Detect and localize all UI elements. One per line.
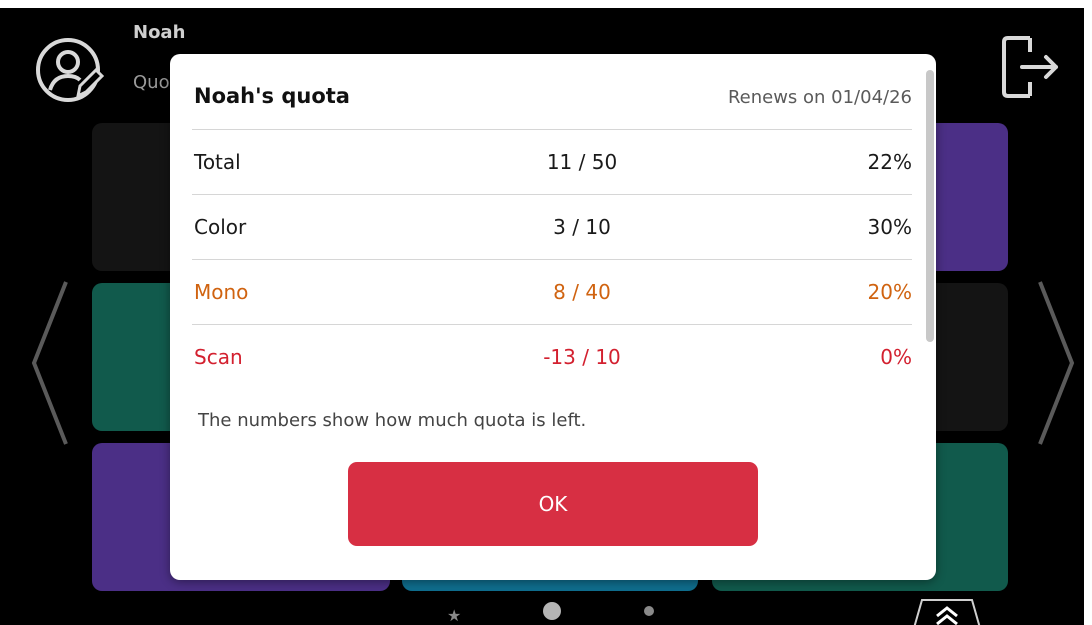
quota-value: 8 / 40: [553, 280, 611, 304]
quota-row-mono: Mono 8 / 40 20%: [192, 259, 912, 324]
quota-value: 3 / 10: [553, 215, 611, 239]
page-dot[interactable]: [644, 606, 654, 616]
quota-label: Color: [194, 215, 247, 239]
chevron-up-double-icon[interactable]: [912, 598, 982, 625]
quota-row-color: Color 3 / 10 30%: [192, 194, 912, 259]
dialog-scrollbar[interactable]: [924, 54, 936, 580]
quota-label: Mono: [194, 280, 249, 304]
quota-label: Scan: [194, 345, 243, 369]
quota-percent: 20%: [867, 280, 912, 304]
chevron-left-icon[interactable]: [26, 278, 72, 448]
scrollbar-thumb[interactable]: [926, 70, 934, 342]
chevron-right-icon[interactable]: [1034, 278, 1080, 448]
quota-label: Total: [194, 150, 241, 174]
user-name: Noah: [133, 22, 186, 43]
quota-value: 11 / 50: [546, 150, 618, 174]
home-screen: Noah Quo ★ Noah's quota Renews on 01/04/…: [0, 8, 1084, 625]
page-dot-active[interactable]: [543, 602, 561, 620]
quota-row-total: Total 11 / 50 22%: [192, 129, 912, 194]
quota-value: -13 / 10: [543, 345, 621, 369]
quota-row-scan: Scan -13 / 10 0%: [192, 324, 912, 389]
quota-note: The numbers show how much quota is left.: [198, 410, 587, 431]
quota-percent: 22%: [867, 150, 912, 174]
star-icon[interactable]: ★: [447, 606, 461, 625]
user-edit-icon[interactable]: [34, 34, 106, 106]
quota-percent: 30%: [867, 215, 912, 239]
user-subtitle: Quo: [133, 72, 170, 93]
ok-button[interactable]: OK: [348, 462, 758, 546]
quota-percent: 0%: [880, 345, 912, 369]
dialog-title: Noah's quota: [194, 84, 350, 108]
quota-dialog: Noah's quota Renews on 01/04/26 Total 11…: [170, 54, 936, 580]
logout-icon[interactable]: [1000, 28, 1060, 106]
renew-date: Renews on 01/04/26: [727, 87, 912, 108]
